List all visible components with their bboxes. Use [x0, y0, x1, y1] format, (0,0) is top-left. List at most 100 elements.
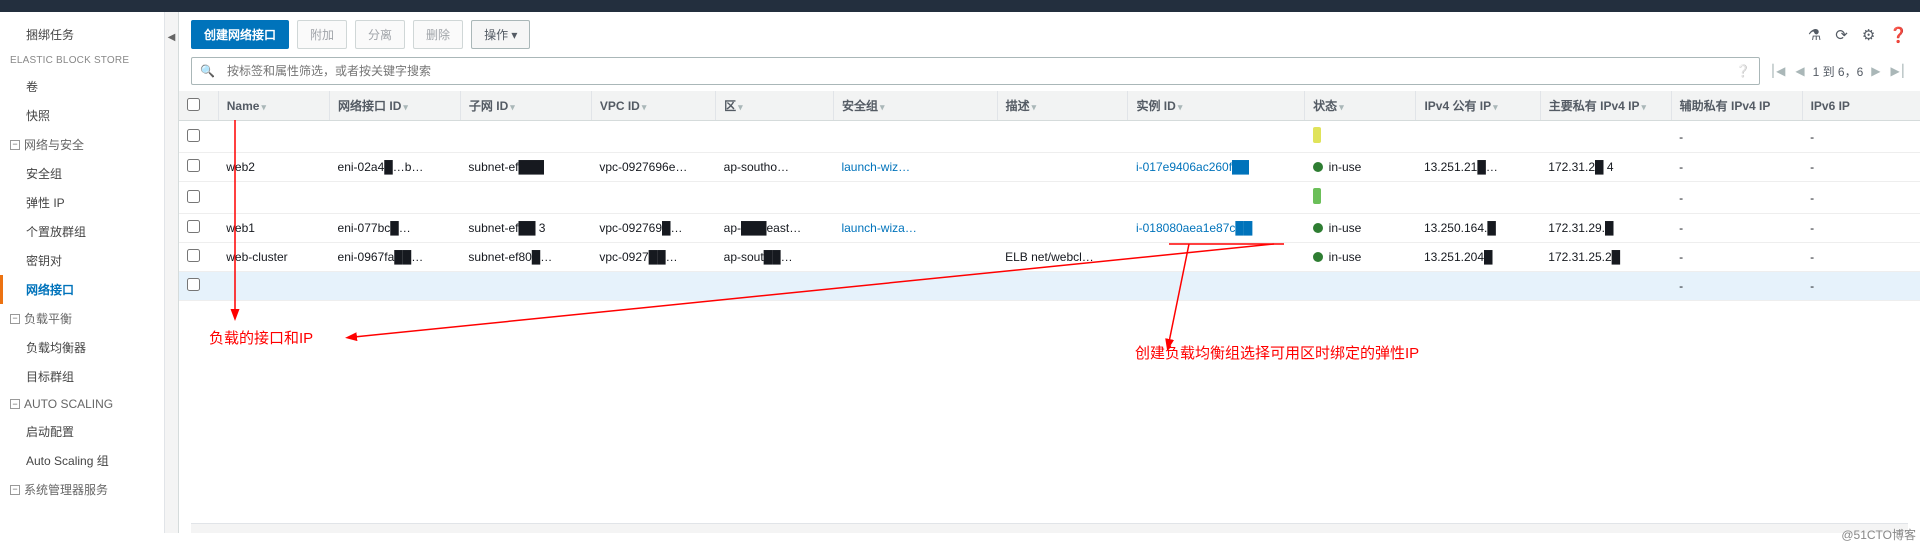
col-secip[interactable]: 辅助私有 IPv4 IP [1671, 91, 1802, 121]
sidebar-item[interactable]: 密钥对 [0, 246, 164, 275]
sidebar-item: ELASTIC BLOCK STORE [0, 49, 164, 72]
search-input[interactable] [223, 58, 1728, 84]
sidebar: 捆绑任务ELASTIC BLOCK STORE卷快照−网络与安全安全组弹性 IP… [0, 12, 165, 533]
pager-first-icon[interactable]: ⎮◀ [1768, 64, 1787, 78]
col-pubip[interactable]: IPv4 公有 IP▾ [1416, 91, 1540, 121]
sidebar-item[interactable]: −AUTO SCALING [0, 391, 164, 417]
pager: ⎮◀ ◀ 1 到 6，6 ▶ ▶⎮ [1768, 63, 1908, 80]
sidebar-item-label: Auto Scaling 组 [26, 454, 109, 468]
detach-button[interactable]: 分离 [355, 20, 405, 49]
sidebar-item-label: 负载均衡器 [26, 341, 86, 355]
sidebar-item[interactable]: 卷 [0, 72, 164, 101]
toolbar: 创建网络接口 附加 分离 删除 操作 ⚗ ⟳ ⚙ ❓ [179, 12, 1920, 57]
sidebar-item[interactable]: 个置放群组 [0, 217, 164, 246]
sidebar-item[interactable]: 安全组 [0, 159, 164, 188]
toggle-icon: − [10, 399, 20, 409]
col-zone[interactable]: 区▾ [716, 91, 834, 121]
sidebar-item-label: 弹性 IP [26, 196, 65, 210]
search-icon: 🔍 [192, 64, 223, 78]
sidebar-item-label: 网络接口 [26, 283, 74, 297]
col-subnet[interactable]: 子网 ID▾ [460, 91, 591, 121]
link[interactable]: launch-wiza… [841, 221, 916, 235]
refresh-icon[interactable]: ⟳ [1835, 26, 1848, 44]
main-panel: 创建网络接口 附加 分离 删除 操作 ⚗ ⟳ ⚙ ❓ 🔍 ❔ ⎮◀ ◀ 1 到 … [179, 12, 1920, 533]
sidebar-item[interactable]: 弹性 IP [0, 188, 164, 217]
row-checkbox[interactable] [187, 190, 200, 203]
row-checkbox[interactable] [187, 220, 200, 233]
sidebar-item-label: 安全组 [26, 167, 62, 181]
col-eni[interactable]: 网络接口 ID▾ [330, 91, 461, 121]
table-row[interactable]: -- [179, 121, 1920, 153]
sidebar-item[interactable]: −网络与安全 [0, 130, 164, 159]
settings-icon[interactable]: ⚙ [1862, 26, 1875, 44]
create-eni-button[interactable]: 创建网络接口 [191, 20, 289, 49]
sidebar-item[interactable]: −系统管理器服务 [0, 475, 164, 504]
global-nav [0, 0, 1920, 12]
status-pill-icon [1313, 127, 1321, 143]
delete-button[interactable]: 删除 [413, 20, 463, 49]
sidebar-item-label: 密钥对 [26, 254, 62, 268]
sidebar-item-label: 负载平衡 [24, 310, 72, 327]
col-state[interactable]: 状态▾ [1305, 91, 1416, 121]
sidebar-item-label: ELASTIC BLOCK STORE [10, 55, 129, 66]
sidebar-item-label: 快照 [26, 109, 50, 123]
sidebar-item-label: 网络与安全 [24, 136, 84, 153]
table-row[interactable]: -- [179, 182, 1920, 214]
link[interactable]: i-017e9406ac260f██ [1136, 160, 1249, 174]
actions-dropdown[interactable]: 操作 [471, 20, 530, 49]
col-privip[interactable]: 主要私有 IPv4 IP▾ [1540, 91, 1671, 121]
col-name[interactable]: Name▾ [218, 91, 329, 121]
status-dot-icon [1313, 162, 1323, 172]
table-row[interactable]: -- [179, 272, 1920, 301]
link[interactable]: launch-wiz… [841, 160, 910, 174]
toggle-icon: − [10, 485, 20, 495]
link[interactable]: i-018080aea1e87c██ [1136, 221, 1252, 235]
status-dot-icon [1313, 252, 1323, 262]
table-header-row: Name▾ 网络接口 ID▾ 子网 ID▾ VPC ID▾ 区▾ 安全组▾ 描述… [179, 91, 1920, 121]
watermark: @51CTO博客 [1841, 526, 1916, 543]
sidebar-item[interactable]: 捆绑任务 [0, 20, 164, 49]
row-checkbox[interactable] [187, 129, 200, 142]
pager-next-icon[interactable]: ▶ [1869, 64, 1882, 78]
select-all-checkbox[interactable] [187, 98, 200, 111]
col-desc[interactable]: 描述▾ [997, 91, 1128, 121]
attach-button[interactable]: 附加 [297, 20, 347, 49]
sidebar-item[interactable]: 快照 [0, 101, 164, 130]
table-row[interactable]: web2eni-02a4█…b…subnet-ef███vpc-0927696e… [179, 153, 1920, 182]
eni-table: Name▾ 网络接口 ID▾ 子网 ID▾ VPC ID▾ 区▾ 安全组▾ 描述… [179, 91, 1920, 301]
sidebar-item[interactable]: Auto Scaling 组 [0, 446, 164, 475]
table-row[interactable]: web1eni-077bc█…subnet-ef██ 3vpc-092769█…… [179, 214, 1920, 243]
sidebar-item-label: AUTO SCALING [24, 397, 113, 411]
row-checkbox[interactable] [187, 278, 200, 291]
search-wrap: 🔍 ❔ [191, 57, 1760, 85]
experiment-icon[interactable]: ⚗ [1808, 26, 1821, 44]
table-row[interactable]: web-clustereni-0967fa██…subnet-ef80█…vpc… [179, 243, 1920, 272]
toggle-icon: − [10, 140, 20, 150]
toggle-icon: − [10, 314, 20, 324]
help-icon[interactable]: ❓ [1889, 26, 1908, 44]
pager-last-icon[interactable]: ▶⎮ [1889, 64, 1908, 78]
sidebar-item[interactable]: −负载平衡 [0, 304, 164, 333]
col-sg[interactable]: 安全组▾ [833, 91, 997, 121]
col-vpc[interactable]: VPC ID▾ [591, 91, 715, 121]
status-dot-icon [1313, 223, 1323, 233]
chevron-left-icon: ◀ [168, 32, 176, 43]
table-wrap: Name▾ 网络接口 ID▾ 子网 ID▾ VPC ID▾ 区▾ 安全组▾ 描述… [179, 91, 1920, 523]
sidebar-item-label: 目标群组 [26, 370, 74, 384]
row-checkbox[interactable] [187, 249, 200, 262]
sidebar-item[interactable]: 负载均衡器 [0, 333, 164, 362]
pager-prev-icon[interactable]: ◀ [1793, 64, 1806, 78]
sidebar-item-label: 捆绑任务 [26, 28, 74, 42]
sidebar-item[interactable]: 启动配置 [0, 417, 164, 446]
search-help-icon[interactable]: ❔ [1728, 64, 1759, 78]
col-instance[interactable]: 实例 ID▾ [1128, 91, 1305, 121]
sidebar-collapse-handle[interactable]: ◀ [165, 12, 179, 533]
sidebar-item[interactable]: 目标群组 [0, 362, 164, 391]
sidebar-item-label: 系统管理器服务 [24, 481, 108, 498]
row-checkbox[interactable] [187, 159, 200, 172]
horizontal-scrollbar[interactable] [191, 523, 1908, 533]
search-bar: 🔍 ❔ ⎮◀ ◀ 1 到 6，6 ▶ ▶⎮ [179, 57, 1920, 91]
sidebar-item[interactable]: 网络接口 [0, 275, 164, 304]
sidebar-item-label: 个置放群组 [26, 225, 86, 239]
col-ip6[interactable]: IPv6 IP [1802, 91, 1920, 121]
